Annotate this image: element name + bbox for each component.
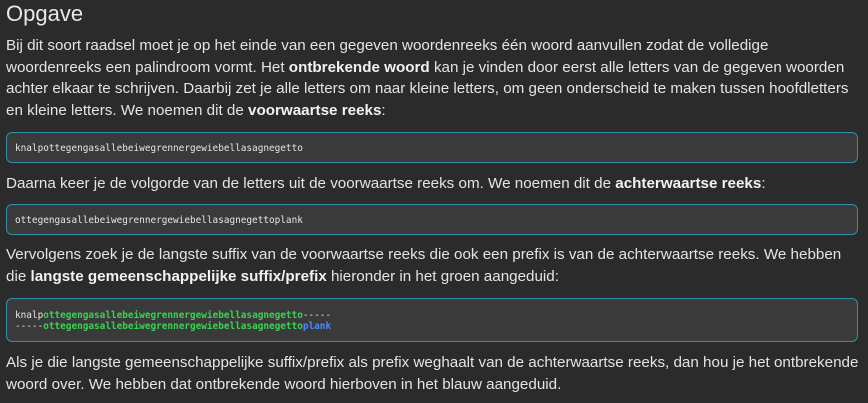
term-missing-word: ontbrekende woord <box>288 58 430 76</box>
page: Opgave Bij dit soort raadsel moet je op … <box>0 0 868 403</box>
missing-word-highlight: plank <box>302 321 332 332</box>
intro-text-3: : <box>381 101 386 119</box>
comparison-line-backward: -----ottegengasallebeiwegrennergewiebell… <box>15 321 849 332</box>
code-block-comparison: knalpottegengasallebeiwegrennergewiebell… <box>6 298 858 342</box>
code-block-forward: knalpottegengasallebeiwegrennergewiebell… <box>6 132 858 163</box>
term-backward-sequence: achterwaartse reeks <box>615 175 762 192</box>
reverse-paragraph: Daarna keer je de volgorde van de letter… <box>6 173 860 195</box>
term-forward-sequence: voorwaartse reeks <box>248 101 382 119</box>
page-heading: Opgave <box>6 1 84 26</box>
backward-common-part: ottegengasallebeiwegrennergewiebellasagn… <box>43 321 303 332</box>
conclusion-text: Als je die langste gemeenschappelijke su… <box>6 354 859 393</box>
suffix-prefix-paragraph: Vervolgens zoek je de langste suffix van… <box>6 244 860 287</box>
term-common-suffix-prefix: langste gemeenschappelijke suffix/prefix <box>30 267 327 285</box>
conclusion-paragraph: Als je die langste gemeenschappelijke su… <box>6 352 860 395</box>
backward-padding: ----- <box>15 321 44 332</box>
reverse-text-1: Daarna keer je de volgorde van de letter… <box>6 175 616 192</box>
suffix-text-2: hieronder in het groen aangeduid: <box>326 267 559 285</box>
forward-padding: ----- <box>302 310 332 321</box>
forward-sequence-text: knalpottegengasallebeiwegrennergewiebell… <box>15 143 303 154</box>
code-block-backward: ottegengasallebeiwegrennergewiebellasagn… <box>6 204 858 235</box>
forward-common-part: ottegengasallebeiwegrennergewiebellasagn… <box>43 310 303 321</box>
comparison-line-forward: knalpottegengasallebeiwegrennergewiebell… <box>15 310 849 321</box>
intro-paragraph: Bij dit soort raadsel moet je op het ein… <box>6 35 860 121</box>
reverse-text-2: : <box>761 175 766 192</box>
forward-prefix: knalp <box>15 310 44 321</box>
backward-sequence-text: ottegengasallebeiwegrennergewiebellasagn… <box>15 215 303 226</box>
